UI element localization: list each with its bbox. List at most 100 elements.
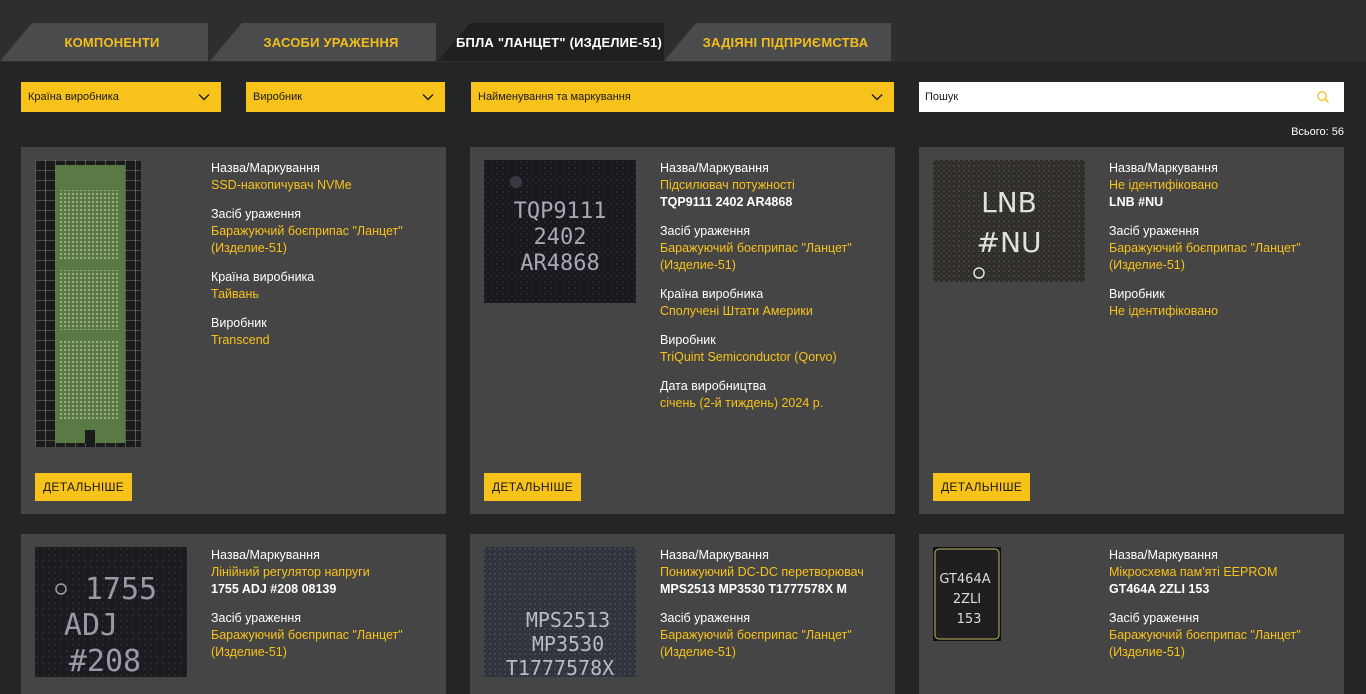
chip-marking-line: LNB [981, 186, 1037, 219]
tab-bar: КОМПОНЕНТИ ЗАСОБИ УРАЖЕННЯ БПЛА "ЛАНЦЕТ"… [0, 0, 1366, 62]
name-label: Назва/Маркування [660, 548, 769, 562]
chip-marking-line: AR4868 [520, 251, 599, 276]
component-card: 1755 ADJ #208 Назва/Маркування Лінійний … [21, 534, 446, 694]
country-value: Сполучені Штати Америки [660, 304, 813, 318]
search-input[interactable] [919, 90, 1307, 104]
chip-marking-line: 1755 [85, 572, 157, 607]
weapon-label: Засіб ураження [1109, 611, 1200, 625]
weapon-label: Засіб ураження [211, 207, 302, 221]
component-name: Понижуючий DC-DC перетворювач [660, 565, 864, 579]
component-marking: TQP9111 2402 AR4868 [660, 195, 793, 209]
country-value: Тайвань [211, 287, 259, 301]
component-photo: LNB #NU [933, 160, 1085, 282]
details-button[interactable]: ДЕТАЛЬНІШЕ [484, 473, 582, 501]
chip-marking-line: MPS2513 [526, 608, 610, 632]
manufacturer-filter-select[interactable]: Виробник [246, 82, 445, 112]
weapon-label: Засіб ураження [660, 611, 751, 625]
chip-marking-line: T1777578X [506, 656, 614, 677]
ssd-board-image [35, 160, 141, 447]
tab-lancet[interactable]: БПЛА "ЛАНЦЕТ" (ИЗДЕЛИЕ-51) [438, 23, 664, 61]
name-label: Назва/Маркування [660, 161, 769, 175]
chip-photo: GT464A 2ZLI 153 [933, 547, 1001, 641]
chip-marking-line: GT464A [939, 572, 990, 587]
details-button[interactable]: ДЕТАЛЬНІШЕ [35, 473, 133, 501]
component-card: TQP9111 2402 AR4868 Назва/Маркування Під… [470, 147, 895, 514]
total-count: Всього: 56 [1291, 126, 1344, 138]
country-label: Країна виробника [660, 287, 764, 301]
component-card: GT464A 2ZLI 153 Назва/Маркування Мікросх… [919, 534, 1344, 694]
chip-marking-line: #NU [977, 226, 1042, 259]
details-button-label: ДЕТАЛЬНІШЕ [941, 480, 1023, 494]
weapon-label: Засіб ураження [1109, 224, 1200, 238]
component-photo [35, 160, 141, 447]
search-icon[interactable] [1316, 90, 1330, 104]
tab-label: КОМПОНЕНТИ [64, 34, 160, 50]
weapon-value: Баражуючий боєприпас "Ланцет" (Изделие-5… [1109, 628, 1301, 659]
manufacturer-label: Виробник [211, 316, 267, 330]
weapon-value: Баражуючий боєприпас "Ланцет" (Изделие-5… [660, 628, 852, 659]
manufacturer-value: Не ідентифіковано [1109, 304, 1219, 318]
country-label: Країна виробника [211, 270, 315, 284]
manufacturer-filter-label: Виробник [253, 91, 303, 103]
name-label: Назва/Маркування [211, 548, 320, 562]
details-button-label: ДЕТАЛЬНІШЕ [492, 480, 574, 494]
chip-photo: LNB #NU [933, 160, 1085, 282]
weapon-label: Засіб ураження [660, 224, 751, 238]
component-marking: 1755 ADJ #208 08139 [211, 582, 337, 596]
component-name: Не ідентифіковано [1109, 178, 1219, 192]
tab-weapons[interactable]: ЗАСОБИ УРАЖЕННЯ [210, 23, 436, 61]
component-photo: 1755 ADJ #208 [35, 547, 187, 677]
date-value: січень (2-й тиждень) 2024 р. [660, 396, 824, 410]
component-card: LNB #NU Назва/Маркування Не ідентифікова… [919, 147, 1344, 514]
component-marking: LNB #NU [1109, 195, 1164, 209]
chevron-down-icon [422, 94, 434, 101]
manufacturer-value: TriQuint Semiconductor (Qorvo) [660, 350, 837, 364]
tab-label: ЗАДІЯНІ ПІДПРИЄМСТВА [702, 34, 869, 50]
manufacturer-label: Виробник [660, 333, 716, 347]
country-filter-label: Країна виробника [28, 91, 119, 103]
component-info: Назва/Маркування Лінійний регулятор напр… [211, 547, 436, 661]
name-filter-label: Найменування та маркування [478, 91, 631, 103]
manufacturer-label: Виробник [1109, 287, 1165, 301]
chip-photo: TQP9111 2402 AR4868 [484, 160, 636, 303]
name-label: Назва/Маркування [1109, 548, 1218, 562]
tab-enterprises[interactable]: ЗАДІЯНІ ПІДПРИЄМСТВА [664, 23, 891, 61]
chip-marking-line: 153 [957, 612, 982, 627]
component-info: Назва/Маркування Підсилювач потужності T… [660, 160, 885, 412]
component-name: Мікросхема пам'яті EEPROM [1109, 565, 1278, 579]
chip-marking-line: 2402 [534, 225, 587, 250]
component-info: Назва/Маркування Не ідентифіковано LNB #… [1109, 160, 1334, 320]
component-photo: TQP9111 2402 AR4868 [484, 160, 636, 303]
chip-marking-line: ADJ [64, 608, 118, 643]
manufacturer-value: Transcend [211, 333, 270, 347]
details-button[interactable]: ДЕТАЛЬНІШЕ [933, 473, 1031, 501]
weapon-label: Засіб ураження [211, 611, 302, 625]
component-marking: MPS2513 MP3530 T1777578X M [660, 582, 847, 596]
tab-label: ЗАСОБИ УРАЖЕННЯ [263, 34, 399, 50]
chip-marking-line: #208 [69, 644, 141, 677]
weapon-value: Баражуючий боєприпас "Ланцет" (Изделие-5… [211, 224, 403, 255]
component-name: SSD-накопичувач NVMe [211, 178, 352, 192]
chevron-down-icon [198, 94, 210, 101]
component-name: Підсилювач потужності [660, 178, 795, 192]
component-info: Назва/Маркування Понижуючий DC-DC перетв… [660, 547, 885, 661]
weapon-value: Баражуючий боєприпас "Ланцет" (Изделие-5… [1109, 241, 1301, 272]
tab-label: БПЛА "ЛАНЦЕТ" (ИЗДЕЛИЕ-51) [456, 34, 662, 50]
component-card: Назва/Маркування SSD-накопичувач NVMe За… [21, 147, 446, 514]
tab-components[interactable]: КОМПОНЕНТИ [0, 23, 208, 61]
chip-photo: MPS2513 MP3530 T1777578X [484, 547, 636, 677]
component-card: MPS2513 MP3530 T1777578X Назва/Маркуванн… [470, 534, 895, 694]
search-box [919, 82, 1344, 112]
name-filter-select[interactable]: Найменування та маркування [471, 82, 894, 112]
component-info: Назва/Маркування SSD-накопичувач NVMe За… [211, 160, 436, 349]
component-info: Назва/Маркування Мікросхема пам'яті EEPR… [1109, 547, 1334, 661]
chevron-down-icon [871, 94, 883, 101]
country-filter-select[interactable]: Країна виробника [21, 82, 221, 112]
weapon-value: Баражуючий боєприпас "Ланцет" (Изделие-5… [211, 628, 403, 659]
component-name: Лінійний регулятор напруги [211, 565, 370, 579]
name-label: Назва/Маркування [1109, 161, 1218, 175]
component-marking: GT464A 2ZLI 153 [1109, 582, 1210, 596]
date-label: Дата виробництва [660, 379, 767, 393]
chip-photo: 1755 ADJ #208 [35, 547, 187, 677]
weapon-value: Баражуючий боєприпас "Ланцет" (Изделие-5… [660, 241, 852, 272]
